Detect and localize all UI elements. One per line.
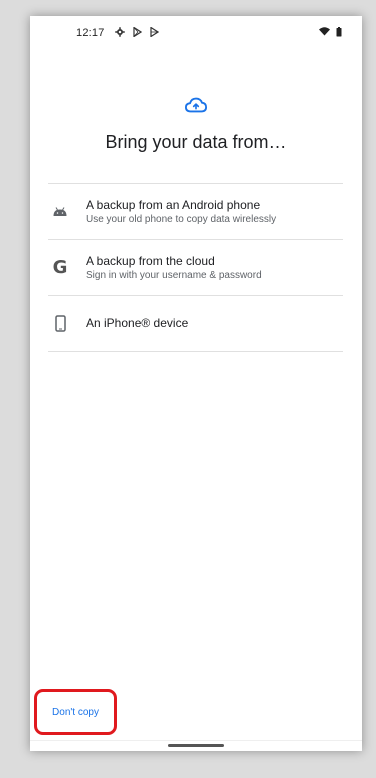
- status-icons-left: [114, 25, 159, 40]
- option-title: An iPhone® device: [86, 316, 189, 330]
- option-text: A backup from an Android phone Use your …: [86, 198, 276, 226]
- dont-copy-highlight: Don't copy: [34, 689, 117, 735]
- status-bar: 12:17: [30, 16, 362, 50]
- phone-icon: [50, 314, 70, 334]
- cloud-upload-icon: [184, 96, 208, 119]
- option-title: A backup from an Android phone: [86, 197, 261, 212]
- gesture-handle[interactable]: [168, 744, 224, 747]
- status-icons-right: [319, 26, 342, 40]
- dont-copy-button[interactable]: Don't copy: [52, 707, 99, 718]
- option-text: An iPhone® device: [86, 316, 188, 331]
- wifi-icon: [319, 27, 330, 39]
- header-icon-wrap: [30, 96, 362, 119]
- play-store-icon: [132, 25, 142, 40]
- google-glyph: G: [52, 257, 68, 278]
- battery-icon: [336, 26, 342, 40]
- page-title: Bring your data from…: [105, 132, 287, 152]
- source-option-list: A backup from an Android phone Use your …: [48, 183, 343, 352]
- google-icon: G: [50, 257, 70, 278]
- navigation-bar: [30, 740, 362, 751]
- option-android-backup[interactable]: A backup from an Android phone Use your …: [48, 184, 343, 240]
- option-subtitle: Use your old phone to copy data wireless…: [86, 213, 277, 225]
- phone-screen: 12:17 Bring your data from… A backup fro…: [30, 16, 362, 751]
- play-store-outline-icon: [149, 25, 159, 40]
- screenshot-frame: 12:17 Bring your data from… A backup fro…: [0, 0, 376, 778]
- option-text: A backup from the cloud Sign in with you…: [86, 254, 262, 282]
- option-iphone-device[interactable]: An iPhone® device: [48, 296, 343, 352]
- option-title: A backup from the cloud: [86, 253, 215, 268]
- settings-icon: [114, 26, 125, 40]
- android-icon: [50, 202, 70, 222]
- option-subtitle: Sign in with your username & password: [86, 269, 262, 281]
- option-cloud-backup[interactable]: G A backup from the cloud Sign in with y…: [48, 240, 343, 296]
- status-time: 12:17: [76, 27, 105, 39]
